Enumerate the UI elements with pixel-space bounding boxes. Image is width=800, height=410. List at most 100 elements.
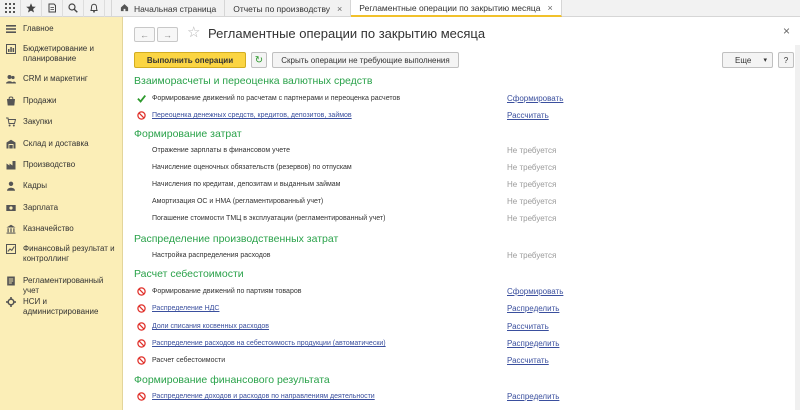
status-not-required: Не требуется xyxy=(507,214,557,223)
sidebar-item-label: НСИ и администрирование xyxy=(23,297,99,316)
sidebar-item-treasury[interactable]: Казначейство xyxy=(0,224,78,234)
check-icon xyxy=(137,94,146,103)
calculate-link[interactable]: Рассчитать xyxy=(507,356,549,365)
history-icon[interactable] xyxy=(42,0,63,17)
operation-label: Формирование движений по партиям товаров xyxy=(152,288,302,295)
home-icon xyxy=(120,3,129,14)
sidebar-item-crm[interactable]: CRM и маркетинг xyxy=(0,74,92,84)
operation-label: Настройка распределения расходов xyxy=(152,252,271,259)
operation-label: Отражение зарплаты в финансовом учете xyxy=(152,147,290,154)
sidebar-item-label: Продажи xyxy=(23,96,57,105)
back-button[interactable]: ← xyxy=(134,27,155,42)
operation-link[interactable]: Распределение НДС xyxy=(152,305,219,312)
bell-icon[interactable] xyxy=(84,0,105,17)
distribute-link[interactable]: Распределить xyxy=(507,304,559,313)
operation-link[interactable]: Переоценка денежных средств, кредитов, д… xyxy=(152,112,352,119)
warehouse-icon xyxy=(6,139,16,149)
sidebar-item-finance[interactable]: Финансовый результат и контроллинг xyxy=(0,244,120,264)
sidebar-item-production[interactable]: Производство xyxy=(0,160,79,170)
toolbar-icons xyxy=(0,0,112,17)
favorite-star-icon[interactable]: ☆ xyxy=(187,24,200,42)
error-icon xyxy=(137,111,146,120)
refresh-icon[interactable]: ↻ xyxy=(251,52,267,68)
section-title: Формирование финансового результата xyxy=(134,374,330,386)
operation-label: Начисления по кредитам, депозитам и выда… xyxy=(152,181,341,188)
status-not-required: Не требуется xyxy=(507,163,557,172)
purchases-icon xyxy=(6,117,16,127)
section-title: Взаиморасчеты и переоценка валютных сред… xyxy=(134,75,373,87)
scrollbar[interactable] xyxy=(795,45,800,410)
production-icon xyxy=(6,160,16,170)
sidebar-item-label: Финансовый результат и контроллинг xyxy=(23,244,115,263)
forward-button[interactable]: → xyxy=(157,27,178,42)
operation-link[interactable]: Доли списания косвенных расходов xyxy=(152,323,269,330)
distribute-link[interactable]: Распределить xyxy=(507,392,559,401)
tab-home-label: Начальная страница xyxy=(134,3,217,14)
status-not-required: Не требуется xyxy=(507,146,557,155)
top-bar: Начальная страница Отчеты по производств… xyxy=(0,0,800,17)
operation-label: Погашение стоимости ТМЦ в эксплуатации (… xyxy=(152,215,386,222)
sidebar-item-label: Склад и доставка xyxy=(23,139,89,148)
sidebar-item-regulated-accounting[interactable]: Регламентированный учет xyxy=(0,276,122,296)
main-content: ← → ☆ Регламентные операции по закрытию … xyxy=(123,17,800,410)
sidebar-item-hr[interactable]: Кадры xyxy=(0,181,51,191)
sidebar-item-sales[interactable]: Продажи xyxy=(0,96,60,106)
budget-icon xyxy=(6,44,16,54)
finance-icon xyxy=(6,244,16,254)
operation-label: Начисление оценочных обязательств (резер… xyxy=(152,164,352,171)
sidebar-item-warehouse[interactable]: Склад и доставка xyxy=(0,139,93,149)
form-link[interactable]: Сформировать xyxy=(507,287,563,296)
error-icon xyxy=(137,304,146,313)
sidebar-item-budgeting[interactable]: Бюджетирование и планирование xyxy=(0,44,120,64)
treasury-icon xyxy=(6,224,16,234)
hide-operations-button[interactable]: Скрыть операции не требующие выполнения xyxy=(272,52,459,68)
admin-icon xyxy=(6,297,16,307)
distribute-link[interactable]: Распределить xyxy=(507,339,559,348)
error-icon xyxy=(137,322,146,331)
section-title: Расчет себестоимости xyxy=(134,268,244,280)
sidebar-item-label: Главное xyxy=(23,24,54,33)
more-button[interactable]: Еще ▾ xyxy=(722,52,773,68)
tab-home[interactable]: Начальная страница xyxy=(112,0,226,17)
close-icon[interactable]: × xyxy=(783,24,790,38)
close-icon[interactable]: × xyxy=(547,3,552,13)
menu-icon xyxy=(6,24,16,34)
sidebar-item-label: Зарплата xyxy=(23,203,59,212)
more-button-label: Еще xyxy=(735,55,752,65)
sidebar-item-main[interactable]: Главное xyxy=(0,24,58,34)
crm-icon xyxy=(6,74,16,84)
tab-month-closing-label: Регламентные операции по закрытию месяца xyxy=(359,2,541,13)
salary-icon xyxy=(6,203,16,213)
search-icon[interactable] xyxy=(63,0,84,17)
operation-label: Расчет себестоимости xyxy=(152,357,226,364)
sidebar-item-admin[interactable]: НСИ и администрирование xyxy=(0,297,112,317)
regulated-icon xyxy=(6,276,16,286)
sidebar-item-label: CRM и маркетинг xyxy=(23,74,88,83)
grid-icon[interactable] xyxy=(0,0,21,17)
help-button[interactable]: ? xyxy=(778,52,794,68)
tab-production-reports[interactable]: Отчеты по производству × xyxy=(225,0,352,17)
tab-month-closing[interactable]: Регламентные операции по закрытию месяца… xyxy=(351,0,562,17)
section-title: Распределение производственных затрат xyxy=(134,233,339,245)
sidebar-item-label: Производство xyxy=(23,160,76,169)
run-operations-button[interactable]: Выполнить операции xyxy=(134,52,246,68)
sidebar-item-purchases[interactable]: Закупки xyxy=(0,117,56,127)
operation-link[interactable]: Распределение расходов на себестоимость … xyxy=(152,340,386,347)
error-icon xyxy=(137,392,146,401)
star-icon[interactable] xyxy=(21,0,42,17)
page-title: Регламентные операции по закрытию месяца xyxy=(208,26,486,41)
close-icon[interactable]: × xyxy=(337,4,342,14)
operation-label: Формирование движений по расчетам с парт… xyxy=(152,95,401,102)
sidebar-item-label: Кадры xyxy=(23,181,47,190)
sidebar: Главное Бюджетирование и планирование CR… xyxy=(0,17,123,410)
sidebar-item-salary[interactable]: Зарплата xyxy=(0,203,62,213)
status-not-required: Не требуется xyxy=(507,180,557,189)
hr-icon xyxy=(6,181,16,191)
calculate-link[interactable]: Рассчитать xyxy=(507,322,549,331)
operation-link[interactable]: Распределение доходов и расходов по напр… xyxy=(152,393,375,400)
calculate-link[interactable]: Рассчитать xyxy=(507,111,549,120)
status-not-required: Не требуется xyxy=(507,251,557,260)
form-link[interactable]: Сформировать xyxy=(507,94,563,103)
section-title: Формирование затрат xyxy=(134,128,242,140)
error-icon xyxy=(137,356,146,365)
